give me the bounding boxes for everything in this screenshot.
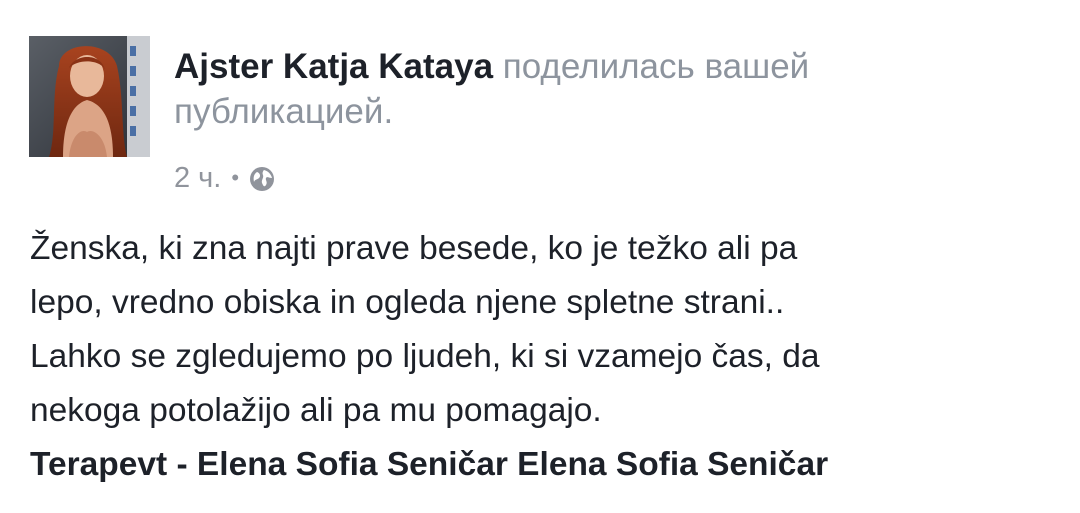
meta-separator: • xyxy=(231,165,240,190)
shared-post: Ajster Katja Kataya поделилась вашей пуб… xyxy=(0,0,1080,513)
post-body: Ženska, ki zna najti prave besede, ko je… xyxy=(30,222,1060,492)
post-text-line: Lahko se zgledujemo po ljudeh, ki si vza… xyxy=(30,338,820,375)
share-headline: Ajster Katja Kataya поделилась вашей пуб… xyxy=(174,44,974,134)
post-signature: Terapevt - Elena Sofia Seničar Elena Sof… xyxy=(30,446,829,483)
post-text-line: Ženska, ki zna najti prave besede, ko je… xyxy=(30,230,798,267)
post-meta: 2 ч. • xyxy=(174,160,275,196)
profile-photo-icon xyxy=(29,36,150,157)
post-text-line: nekoga potolažijo ali pa mu pomagajo. xyxy=(30,392,602,429)
timestamp[interactable]: 2 ч. xyxy=(174,160,221,196)
avatar[interactable] xyxy=(29,36,150,157)
post-text-line: lepo, vredno obiska in ogleda njene sple… xyxy=(30,284,785,321)
globe-icon[interactable] xyxy=(249,165,275,191)
author-name-link[interactable]: Ajster Katja Kataya xyxy=(174,47,493,86)
